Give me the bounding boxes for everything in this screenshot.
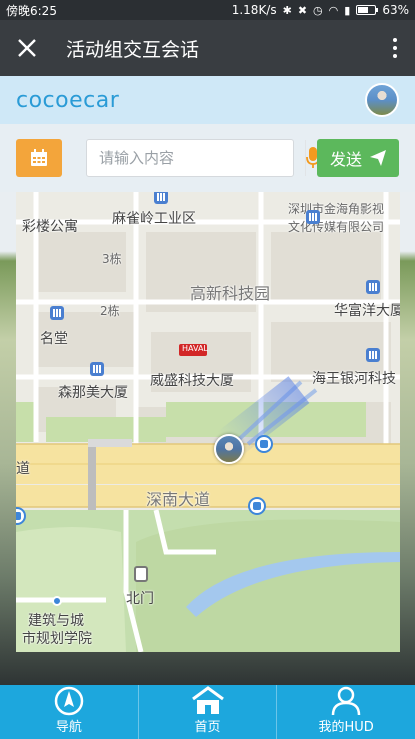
nav-label: 首页 [194,720,221,735]
brand-header: cocoecar [0,76,415,124]
map-label: 彩楼公寓 [22,219,78,235]
calendar-button[interactable] [16,139,62,177]
message-input-row: 发送 [0,124,415,192]
current-location-marker[interactable] [214,434,244,464]
building-poi-icon[interactable] [154,192,168,204]
map-label: 深圳市金海角影视 [288,202,385,216]
map-label: 市规划学院 [22,631,92,647]
map-view[interactable]: 彩楼公寓 麻雀岭工业区 深圳市金海角影视 文化传媒有限公司 3栋 高新科技园 2… [16,192,400,652]
calendar-icon [31,149,47,166]
map-label: 华富洋大厦 [334,303,400,319]
more-dot-icon [393,38,397,42]
location-pin-icon[interactable] [52,596,62,606]
brand-logo: cocoecar [16,87,120,113]
paper-plane-icon [370,150,386,166]
title-bar: 活动组交互会话 [0,20,415,76]
status-bar: 傍晚6:25 1.18K/s ✱ ✖ ◷ ◠ ▮ 63% [0,0,415,20]
mute-icon: ✖ [297,3,308,17]
map-label: 森那美大厦 [58,385,128,401]
map-label: 海王银河科技 [312,371,396,387]
map-label: 名堂 [40,331,68,347]
more-dot-icon [393,46,397,50]
nav-label: 我的HUD [318,720,374,735]
gate-icon [134,566,148,582]
bus-stop-icon[interactable] [248,497,266,515]
nav-item-navigation[interactable]: 导航 [0,685,139,739]
more-dot-icon [393,54,397,58]
home-icon [191,686,225,716]
map-label: 威盛科技大厦 [150,373,234,389]
map-label: 高新科技园 [190,284,271,303]
map-canvas [16,192,400,652]
alarm-icon: ◷ [313,3,323,17]
battery-icon [356,5,379,15]
wifi-icon: ◠ [328,3,339,17]
map-label: 深南大道 [146,490,211,509]
building-poi-icon[interactable] [366,280,380,294]
status-time: 傍晚6:25 [6,3,57,18]
message-input[interactable] [87,140,305,176]
battery-percent: 63% [382,3,409,17]
map-label: 麻雀岭工业区 [112,211,196,227]
message-input-wrapper [86,139,320,177]
nav-item-my-hud[interactable]: 我的HUD [277,685,415,739]
map-label: 2栋 [100,304,120,318]
map-label: 文化传媒有限公司 [288,220,385,234]
bus-stop-icon[interactable] [255,435,273,453]
map-label: 3栋 [102,252,122,266]
user-icon [331,686,361,716]
map-label: HAVAL [182,344,208,353]
building-poi-icon[interactable] [306,210,320,224]
building-poi-icon[interactable] [90,362,104,376]
nav-label: 导航 [55,720,82,735]
map-label: 道 [16,461,30,477]
compass-icon [54,686,84,716]
close-button[interactable] [0,20,54,76]
more-menu-button[interactable] [375,20,415,76]
bluetooth-icon: ✱ [282,3,292,17]
nav-item-home[interactable]: 首页 [139,685,278,739]
page-title: 活动组交互会话 [66,38,200,61]
send-button-label: 发送 [329,150,362,169]
send-button[interactable]: 发送 [317,139,399,177]
close-icon [18,39,36,57]
building-poi-icon[interactable] [366,348,380,362]
signal-icon: ▮ [344,3,351,17]
bottom-nav: 导航 首页 我的HUD [0,685,415,739]
network-speed: 1.18K/s [231,3,277,17]
map-label: 北门 [126,591,154,607]
building-poi-icon[interactable] [50,306,64,320]
user-avatar[interactable] [365,83,399,117]
map-label: 建筑与城 [28,613,84,629]
